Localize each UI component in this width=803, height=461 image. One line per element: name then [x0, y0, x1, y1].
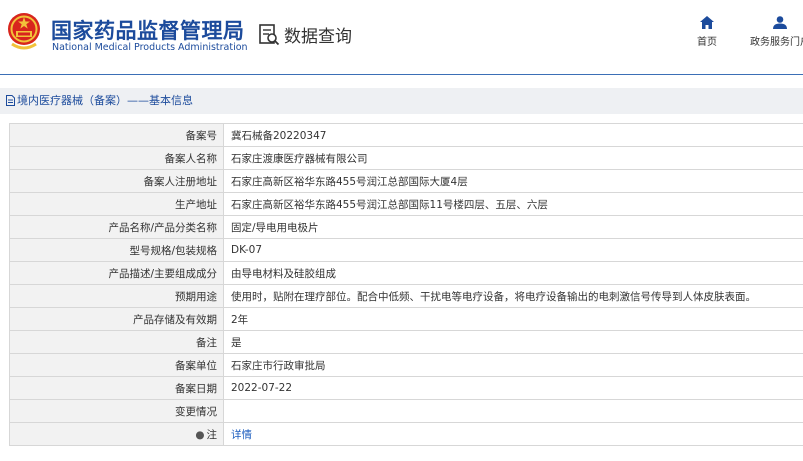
home-icon	[700, 16, 714, 29]
row-label: 产品名称/产品分类名称	[9, 215, 224, 239]
row-label: 生产地址	[9, 192, 224, 216]
national-emblem-icon	[8, 13, 40, 50]
row-label: 变更情况	[9, 399, 224, 423]
row-value: 由导电材料及硅胶组成	[223, 261, 803, 285]
row-value: 石家庄市行政审批局	[223, 353, 803, 377]
row-label: 备案人名称	[9, 146, 224, 170]
table-row: 备案单位 石家庄市行政审批局	[9, 353, 803, 377]
row-value: 2022-07-22	[223, 376, 803, 400]
row-value: 使用时，贴附在理疗部位。配合中低频、干扰电等电疗设备，将电疗设备输出的电刺激信号…	[223, 284, 803, 308]
row-value: 冀石械备20220347	[223, 123, 803, 147]
row-label: 备案单位	[9, 353, 224, 377]
data-query-label: 数据查询	[284, 27, 352, 47]
table-row: 生产地址 石家庄高新区裕华东路455号润江总部国际11号楼四层、五层、六层	[9, 192, 803, 216]
row-label: ● 注	[9, 422, 224, 446]
row-value: 固定/导电用电极片	[223, 215, 803, 239]
search-document-icon	[259, 23, 280, 45]
record-info-table: 备案号 冀石械备20220347 备案人名称 石家庄渡康医疗器械有限公司 备案人注册…	[9, 123, 803, 446]
row-label: 备案号	[9, 123, 224, 147]
row-value: 是	[223, 330, 803, 354]
nav-home-label: 首页	[697, 37, 717, 48]
table-row: 变更情况	[9, 399, 803, 423]
row-value: DK-07	[223, 238, 803, 262]
user-icon	[773, 16, 787, 29]
table-row: 产品存储及有效期 2年	[9, 307, 803, 331]
breadcrumb: 境内医疗器械（备案）——基本信息	[0, 88, 803, 114]
table-row: 备案人注册地址 石家庄高新区裕华东路455号润江总部国际大厦4层	[9, 169, 803, 193]
table-row: 备案日期 2022-07-22	[9, 376, 803, 400]
table-row: 产品描述/主要组成成分 由导电材料及硅胶组成	[9, 261, 803, 285]
row-value	[223, 399, 803, 423]
table-row: 型号规格/包装规格 DK-07	[9, 238, 803, 262]
data-query-link[interactable]: 数据查询	[258, 22, 352, 47]
row-label: 备案日期	[9, 376, 224, 400]
site-header: 国家药品监督管理局 National Medical Products Admi…	[0, 0, 803, 75]
row-label: 备注	[9, 330, 224, 354]
row-value: 石家庄高新区裕华东路455号润江总部国际大厦4层	[223, 169, 803, 193]
row-value: 2年	[223, 307, 803, 331]
note-label: 注	[206, 428, 218, 441]
table-row: 备案人名称 石家庄渡康医疗器械有限公司	[9, 146, 803, 170]
nav-home[interactable]: 首页	[688, 16, 726, 48]
nav-portal[interactable]: 政务服务门户	[740, 16, 803, 48]
pin-icon: ●	[195, 428, 205, 441]
row-label: 预期用途	[9, 284, 224, 308]
row-value: 详情	[223, 422, 803, 446]
table-row: 产品名称/产品分类名称 固定/导电用电极片	[9, 215, 803, 239]
org-name-en: National Medical Products Administration	[52, 42, 248, 53]
row-label: 产品存储及有效期	[9, 307, 224, 331]
table-row: ● 注 详情	[9, 422, 803, 446]
table-row: 预期用途 使用时，贴附在理疗部位。配合中低频、干扰电等电疗设备，将电疗设备输出的电…	[9, 284, 803, 308]
document-icon	[6, 95, 15, 106]
table-row: 备注是	[9, 330, 803, 354]
row-label: 型号规格/包装规格	[9, 238, 224, 262]
org-name-cn: 国家药品监督管理局	[51, 19, 245, 43]
row-value: 石家庄高新区裕华东路455号润江总部国际11号楼四层、五层、六层	[223, 192, 803, 216]
table-row: 备案号 冀石械备20220347	[9, 123, 803, 147]
details-link[interactable]: 详情	[231, 429, 252, 441]
breadcrumb-text: 境内医疗器械（备案）——基本信息	[17, 94, 193, 107]
row-label: 产品描述/主要组成成分	[9, 261, 224, 285]
nav-portal-label: 政务服务门户	[750, 37, 803, 48]
row-value: 石家庄渡康医疗器械有限公司	[223, 146, 803, 170]
row-label: 备案人注册地址	[9, 169, 224, 193]
